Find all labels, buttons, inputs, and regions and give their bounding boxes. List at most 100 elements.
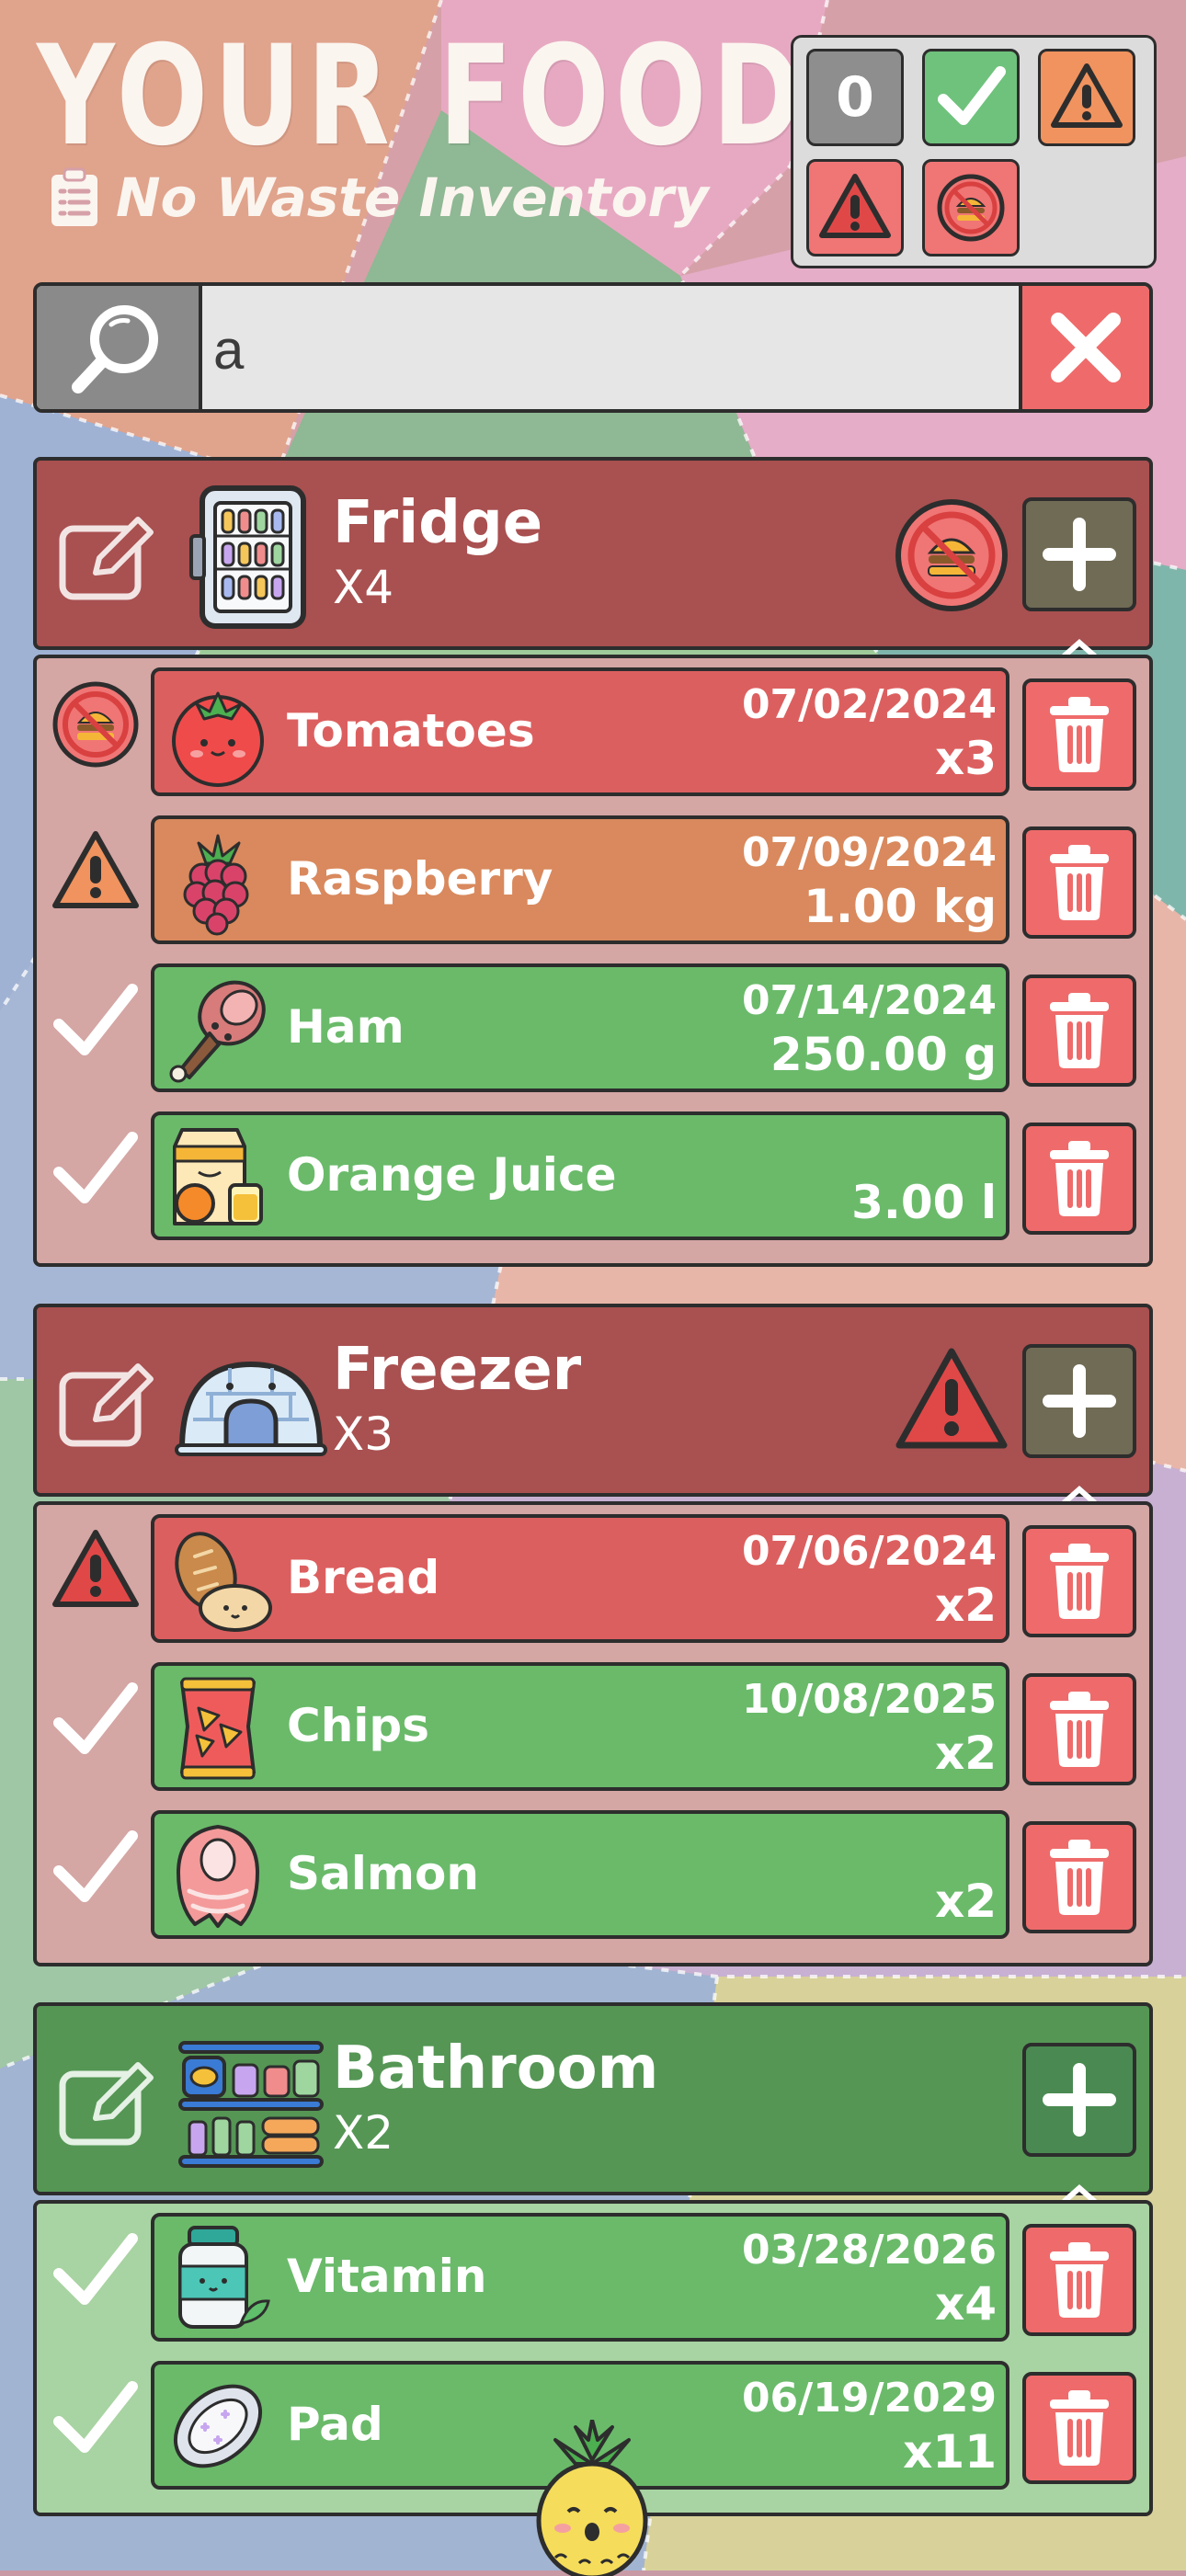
location-header-fridge: Fridge X4 — [33, 457, 1153, 658]
clear-search-button[interactable] — [1019, 286, 1149, 409]
filter-expired-button[interactable] — [922, 159, 1020, 256]
app-title: YOUR FOOD — [37, 17, 807, 177]
food-item-salmon[interactable]: Salmon x2 — [37, 1801, 1149, 1939]
plus-icon — [1043, 2063, 1116, 2137]
food-item-vitamin[interactable]: Vitamin 03/28/2026 x4 — [37, 2204, 1149, 2342]
status-filter-panel: 0 — [791, 35, 1157, 268]
pineapple-mascot-icon[interactable] — [528, 2420, 656, 2576]
checkmark-icon — [938, 66, 1006, 125]
food-item-ham[interactable]: Ham 07/14/2024 250.00 g — [37, 954, 1149, 1092]
food-item-bar[interactable]: Ham 07/14/2024 250.00 g — [151, 963, 1009, 1092]
location-items-fridge: Tomatoes 07/02/2024 x3 Raspberry 07/09/2… — [33, 655, 1153, 1267]
food-item-date: 06/19/2029 — [741, 2375, 997, 2422]
add-item-button[interactable] — [1022, 1344, 1136, 1458]
food-item-date: 07/06/2024 — [741, 1528, 997, 1575]
food-item-name: Orange Juice — [287, 1148, 617, 1202]
search-button[interactable] — [37, 286, 202, 409]
app-root: YOUR FOOD No Waste Inventory 0 a Fridge … — [0, 0, 1186, 2576]
food-item-quantity: x2 — [934, 1727, 997, 1780]
close-icon — [1051, 313, 1121, 382]
plus-icon — [1043, 1364, 1116, 1438]
food-item-bar[interactable]: Tomatoes 07/02/2024 x3 — [151, 667, 1009, 796]
food-item-date: 10/08/2025 — [741, 1676, 997, 1723]
food-item-quantity: 250.00 g — [770, 1028, 997, 1081]
checkmark-icon — [53, 2381, 138, 2453]
food-item-name: Bread — [287, 1551, 440, 1604]
checkmark-icon — [53, 2233, 138, 2305]
add-item-button[interactable] — [1022, 2043, 1136, 2157]
magnifier-icon — [72, 305, 158, 393]
food-item-bar[interactable]: Orange Juice 3.00 l — [151, 1111, 1009, 1240]
tomato-icon — [172, 691, 264, 787]
food-item-date: 07/14/2024 — [741, 977, 997, 1024]
food-item-bar[interactable]: Bread 07/06/2024 x2 — [151, 1514, 1009, 1643]
food-item-name: Vitamin — [287, 2250, 487, 2303]
delete-item-button[interactable] — [1022, 678, 1136, 791]
location-count: X3 — [333, 1408, 394, 1461]
food-item-quantity: x2 — [934, 1579, 997, 1632]
chips-icon — [180, 1677, 256, 1780]
delete-item-button[interactable] — [1022, 1821, 1136, 1933]
warning-icon — [1051, 63, 1123, 128]
checkmark-icon — [53, 1830, 138, 1902]
food-item-quantity: 1.00 kg — [804, 880, 997, 933]
edit-icon[interactable] — [57, 2057, 158, 2149]
danger-icon — [895, 1348, 1008, 1449]
food-item-name: Chips — [287, 1699, 429, 1752]
delete-item-button[interactable] — [1022, 1123, 1136, 1235]
filter-danger-button[interactable] — [806, 159, 904, 256]
food-item-bar[interactable]: Vitamin 03/28/2026 x4 — [151, 2213, 1009, 2342]
filter-count-button[interactable]: 0 — [806, 49, 904, 146]
plus-icon — [1043, 518, 1116, 591]
food-item-bar[interactable]: Salmon x2 — [151, 1810, 1009, 1939]
trash-icon — [1050, 2242, 1109, 2318]
danger-icon — [52, 1530, 139, 1607]
checkmark-icon — [53, 984, 138, 1055]
delete-item-button[interactable] — [1022, 2372, 1136, 2484]
trash-icon — [1050, 845, 1109, 920]
checkmark-icon — [53, 1132, 138, 1203]
delete-item-button[interactable] — [1022, 975, 1136, 1087]
no-food-icon — [52, 681, 139, 768]
food-item-name: Tomatoes — [287, 704, 535, 758]
food-item-tomatoes[interactable]: Tomatoes 07/02/2024 x3 — [37, 658, 1149, 796]
delete-item-button[interactable] — [1022, 1525, 1136, 1637]
delete-item-button[interactable] — [1022, 1673, 1136, 1785]
food-item-raspberry[interactable]: Raspberry 07/09/2024 1.00 kg — [37, 806, 1149, 944]
subtitle-text: No Waste Inventory — [116, 166, 709, 229]
danger-icon — [819, 174, 891, 238]
location-name: Bathroom — [333, 2035, 659, 2103]
orange-juice-icon — [173, 1128, 263, 1225]
filter-fresh-button[interactable] — [922, 49, 1020, 146]
add-item-button[interactable] — [1022, 497, 1136, 611]
raspberry-icon — [183, 834, 249, 936]
search-input[interactable] — [211, 302, 1043, 396]
checkmark-icon — [53, 1682, 138, 1754]
igloo-icon — [175, 1362, 327, 1456]
food-item-date: 07/02/2024 — [741, 681, 997, 728]
trash-icon — [1050, 2390, 1109, 2466]
food-item-chips[interactable]: Chips 10/08/2025 x2 — [37, 1653, 1149, 1791]
location-items-freezer: Bread 07/06/2024 x2 Chips 10/08/2025 x2 … — [33, 1501, 1153, 1966]
no-food-icon — [937, 174, 1005, 242]
trash-icon — [1050, 1840, 1109, 1915]
edit-icon[interactable] — [57, 512, 158, 604]
food-item-quantity: x4 — [934, 2277, 997, 2331]
trash-icon — [1050, 1692, 1109, 1767]
bread-icon — [175, 1532, 272, 1632]
food-item-name: Salmon — [287, 1847, 479, 1900]
fridge-icon — [189, 485, 306, 629]
food-item-quantity: x11 — [903, 2425, 997, 2479]
food-item-bread[interactable]: Bread 07/06/2024 x2 — [37, 1505, 1149, 1643]
edit-icon[interactable] — [57, 1359, 158, 1451]
delete-item-button[interactable] — [1022, 2224, 1136, 2336]
food-item-date: 03/28/2026 — [741, 2227, 997, 2274]
no-food-icon — [895, 499, 1008, 611]
food-item-bar[interactable]: Chips 10/08/2025 x2 — [151, 1662, 1009, 1791]
food-item-bar[interactable]: Raspberry 07/09/2024 1.00 kg — [151, 815, 1009, 944]
filter-warning-button[interactable] — [1038, 49, 1135, 146]
delete-item-button[interactable] — [1022, 826, 1136, 939]
food-item-quantity: x2 — [934, 1875, 997, 1928]
location-name: Freezer — [333, 1336, 582, 1404]
food-item-orange-juice[interactable]: Orange Juice 3.00 l — [37, 1102, 1149, 1240]
